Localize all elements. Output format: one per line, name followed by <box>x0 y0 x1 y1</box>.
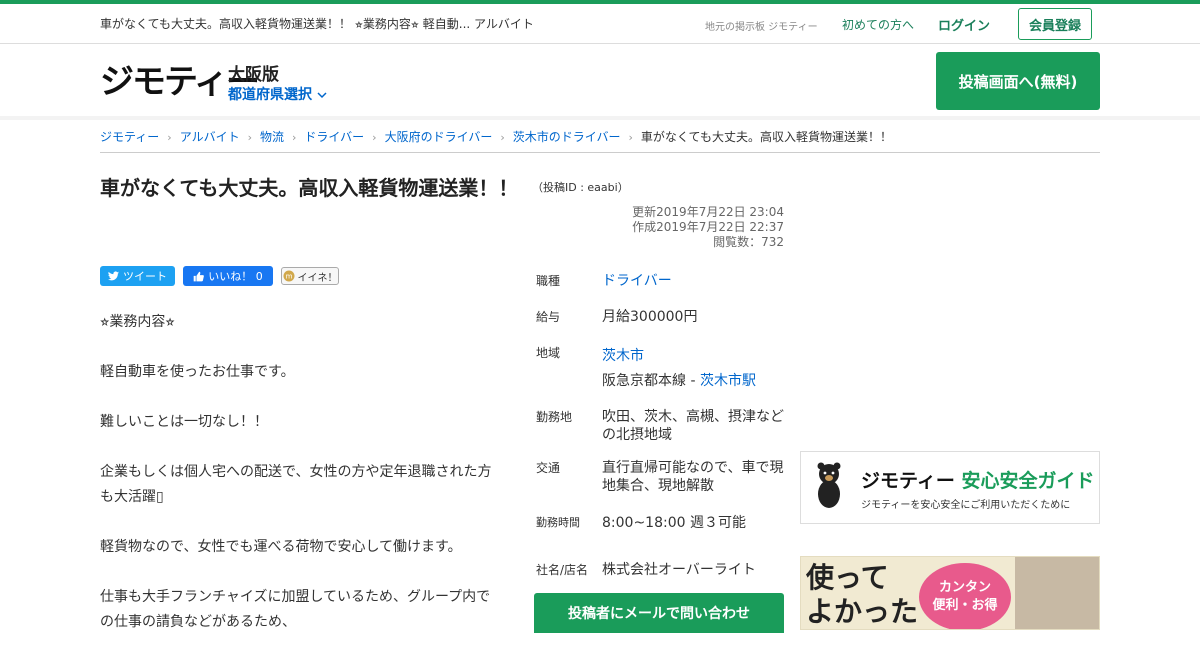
detail-label: 職種 <box>536 274 561 288</box>
breadcrumb: ジモティー › アルバイト › 物流 › ドライバー › 大阪府のドライバー › 茨木市のドライバー… <box>100 128 1100 153</box>
area-city-link[interactable]: 茨木市 <box>602 348 644 364</box>
login-link[interactable]: ログイン <box>938 15 990 34</box>
detail-label: 社名/店名 <box>536 562 589 577</box>
guide-subtitle: ジモティーを安心安全にご利用いただくために <box>861 500 1071 511</box>
guide-brand: ジモティー <box>861 470 955 492</box>
contact-button[interactable]: 投稿者にメールで問い合わせ <box>534 593 784 633</box>
utility-bar: 車がなくても大丈夫。高収入軽貨物運送業！！ ⭐︎業務内容⭐︎ 軽自動... アル… <box>0 4 1200 44</box>
detail-label: 勤務地 <box>536 410 573 424</box>
chevron-right-icon: › <box>292 131 297 144</box>
job-details-table: 職種 ドライバー 給与 月給300000円 地域 茨木市 阪急京都本線 - 茨木… <box>536 272 786 590</box>
prefecture-select[interactable]: 都道府県選択 <box>228 84 327 104</box>
breadcrumb-item[interactable]: ドライバー <box>304 128 364 145</box>
promo-headline: 使って よかった <box>806 561 918 629</box>
description-paragraph: 企業もしくは個人宅への配送で、女性の方や定年退職された方も大活躍▯ <box>100 464 492 505</box>
chevron-right-icon: › <box>500 131 505 144</box>
promo-banner[interactable]: 使って よかった カンタン 便利・お得 <box>800 556 1100 630</box>
site-header: ジモティー 大阪版 都道府県選択 投稿画面へ(無料) <box>0 44 1200 120</box>
site-tagline: 地元の掲示板 ジモティー <box>705 22 818 33</box>
breadcrumb-item[interactable]: 茨木市のドライバー <box>513 128 621 145</box>
twitter-bird-icon <box>108 271 119 281</box>
promo-line: 使って <box>806 561 889 594</box>
guide-title-text: 安心安全ガイド <box>961 470 1095 492</box>
salary-value: 月給300000円 <box>602 309 698 325</box>
area-value: 茨木市 阪急京都本線 - 茨木市駅 <box>602 344 786 408</box>
prefecture-select-label: 都道府県選択 <box>228 87 312 103</box>
chevron-right-icon: › <box>247 131 252 144</box>
facebook-like-button[interactable]: いいね！ 0 <box>183 266 273 286</box>
breadcrumb-item[interactable]: アルバイト <box>180 128 240 145</box>
guide-title: ジモティー 安心安全ガイド <box>861 466 1095 493</box>
svg-text:m: m <box>285 273 292 281</box>
chevron-down-icon <box>317 92 327 99</box>
description-paragraph: 仕事も大手フランチャイズに加盟しているため、グループ内での仕事の請負などがあるた… <box>100 589 491 630</box>
chevron-right-icon: › <box>372 131 377 144</box>
job-description: ⭐︎業務内容⭐︎ 軽自動車を使ったお仕事です。 難しいことは一切なし！！ 企業も… <box>100 310 500 660</box>
breadcrumb-item[interactable]: ジモティー <box>100 128 159 145</box>
iine-label: イイネ！ <box>297 272 338 284</box>
chevron-right-icon: › <box>628 131 633 144</box>
thumbs-up-icon <box>193 271 205 281</box>
description-paragraph: 軽貨物なので、女性でも運べる荷物で安心して働けます。 <box>100 539 462 555</box>
tweet-label: ツイート <box>123 270 167 283</box>
mixi-check-icon: m <box>283 270 294 282</box>
post-id: （投稿ID : eaabi） <box>532 181 629 194</box>
hours-value: 8:00~18:00 週３可能 <box>602 515 746 531</box>
breadcrumb-item[interactable]: 物流 <box>260 128 284 145</box>
first-time-link[interactable]: 初めての方へ <box>842 16 914 33</box>
detail-row-company: 社名/店名 株式会社オーバーライト <box>536 550 786 590</box>
register-button[interactable]: 会員登録 <box>1018 8 1092 40</box>
transport-value: 直行直帰可能なので、車で現地集合、現地解散 <box>602 460 784 494</box>
promo-badge: カンタン 便利・お得 <box>919 563 1011 629</box>
social-buttons: ツイート いいね！ 0 m イイネ！ <box>100 266 339 286</box>
detail-row-salary: 給与 月給300000円 <box>536 308 786 344</box>
tweet-button[interactable]: ツイート <box>100 266 175 286</box>
like-label: いいね！ 0 <box>208 270 263 283</box>
detail-row-job-type: 職種 ドライバー <box>536 272 786 308</box>
company-value: 株式会社オーバーライト <box>602 562 756 578</box>
detail-label: 勤務時間 <box>536 516 580 529</box>
page-title: 車がなくても大丈夫。高収入軽貨物運送業！！ <box>100 176 519 200</box>
view-count: 閲覧数：732 <box>713 235 784 249</box>
job-type-link[interactable]: ドライバー <box>602 272 786 308</box>
created-date: 作成2019年7月22日 22:37 <box>632 220 784 234</box>
updated-date: 更新2019年7月22日 23:04 <box>632 205 784 219</box>
iine-button[interactable]: m イイネ！ <box>281 267 339 285</box>
promo-photo <box>1015 557 1099 629</box>
promo-badge-line: 便利・お得 <box>932 598 998 613</box>
promo-line: よかった <box>806 595 919 628</box>
promo-badge-line: カンタン <box>938 580 991 595</box>
detail-label: 交通 <box>536 461 561 475</box>
description-paragraph: 軽自動車を使ったお仕事です。 <box>100 364 295 380</box>
breadcrumb-current: 車がなくても大丈夫。高収入軽貨物運送業！！ <box>640 130 892 144</box>
detail-row-area: 地域 茨木市 阪急京都本線 - 茨木市駅 <box>536 344 786 408</box>
detail-label: 地域 <box>536 346 561 360</box>
area-line-text: 阪急京都本線 - <box>602 373 700 389</box>
description-paragraph: ⭐︎業務内容⭐︎ <box>100 314 175 330</box>
detail-row-transport: 交通 直行直帰可能なので、車で現地集合、現地解散 <box>536 459 786 514</box>
post-meta: 更新2019年7月22日 23:04 作成2019年7月22日 22:37 閲覧… <box>632 205 784 250</box>
chevron-right-icon: › <box>167 131 172 144</box>
safety-guide-banner[interactable]: ジモティー 安心安全ガイド ジモティーを安心安全にご利用いただくために <box>800 451 1100 524</box>
page-head-text: 車がなくても大丈夫。高収入軽貨物運送業！！ ⭐︎業務内容⭐︎ 軽自動... アル… <box>100 17 534 31</box>
workplace-value: 吹田、茨木、高槻、摂津などの北摂地域 <box>602 409 784 443</box>
description-paragraph: 難しいことは一切なし！！ <box>100 414 268 430</box>
detail-row-hours: 勤務時間 8:00~18:00 週３可能 <box>536 514 786 550</box>
mascot-bear-icon <box>817 462 841 508</box>
post-button[interactable]: 投稿画面へ(無料) <box>936 52 1100 110</box>
detail-label: 給与 <box>536 310 561 324</box>
breadcrumb-item[interactable]: 大阪府のドライバー <box>385 128 493 145</box>
region-label: 大阪版 <box>228 65 279 85</box>
area-station-link[interactable]: 茨木市駅 <box>700 373 756 389</box>
detail-row-workplace: 勤務地 吹田、茨木、高槻、摂津などの北摂地域 <box>536 408 786 459</box>
